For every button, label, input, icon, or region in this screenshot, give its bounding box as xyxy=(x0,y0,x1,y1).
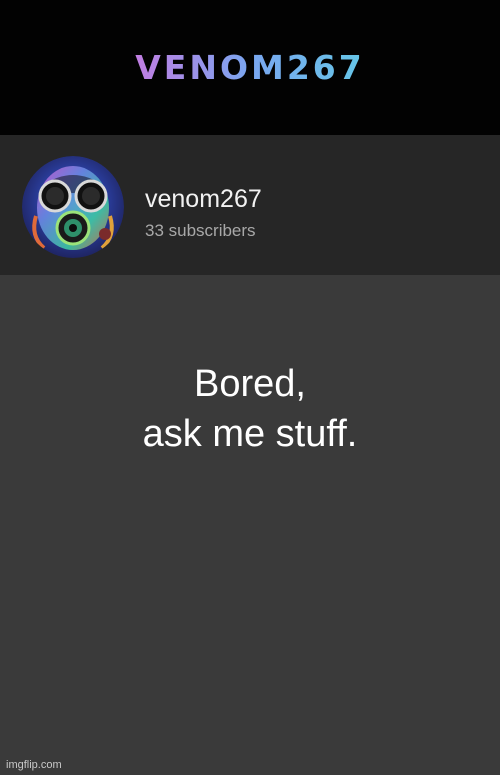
channel-banner: VENOM267 xyxy=(0,0,500,135)
subscriber-count: 33 subscribers xyxy=(145,221,256,240)
avatar[interactable] xyxy=(22,156,124,258)
post-body: Bored, ask me stuff. xyxy=(0,275,500,775)
channel-name[interactable]: venom267 xyxy=(145,185,262,213)
post-text-line-1: Bored, xyxy=(194,363,306,405)
gas-mask-icon xyxy=(22,156,124,258)
channel-header[interactable]: venom267 33 subscribers xyxy=(0,135,500,275)
watermark: imgflip.com xyxy=(6,759,62,771)
post-text-line-2: ask me stuff. xyxy=(142,413,358,455)
banner-title: VENOM267 xyxy=(0,48,500,88)
